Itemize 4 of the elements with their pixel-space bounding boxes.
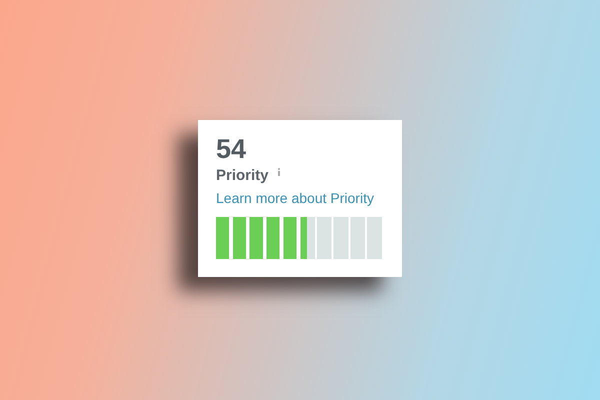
score-value: 54: [216, 134, 248, 164]
info-icon[interactable]: [276, 168, 281, 176]
learn-more-link[interactable]: Learn more about Priority: [216, 188, 384, 206]
metric-label: Priority: [216, 166, 269, 186]
